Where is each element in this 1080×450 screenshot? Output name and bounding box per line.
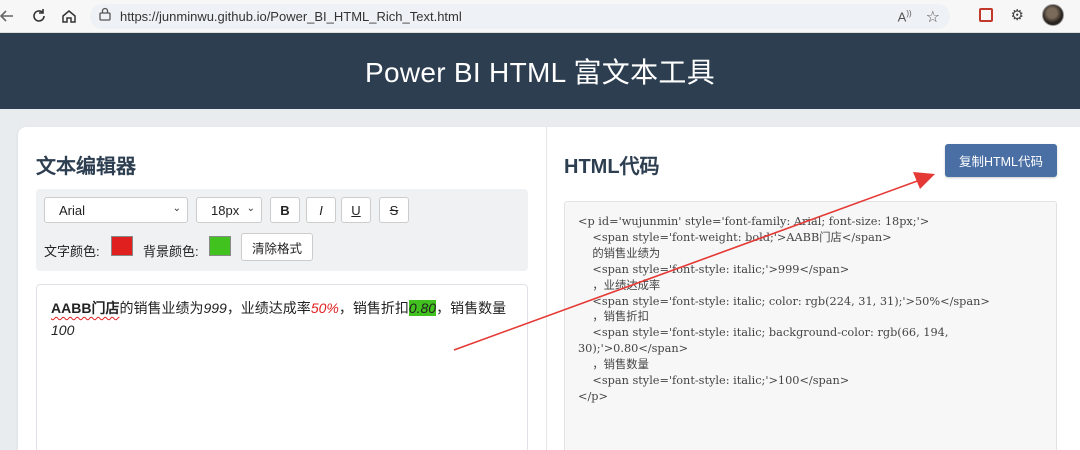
main-panel: 文本编辑器 Arial ⌄ 18px ⌄ B I U S 文字颜色: 背景颜色:… <box>18 127 1080 450</box>
bg-color-picker[interactable] <box>209 236 231 256</box>
browser-toolbar: https://junminwu.github.io/Power_BI_HTML… <box>0 0 1080 33</box>
code-title: HTML代码 <box>564 156 660 178</box>
underline-button[interactable]: U <box>341 197 371 223</box>
clear-format-button[interactable]: 清除格式 <box>241 233 313 261</box>
read-aloud-icon[interactable]: A)) <box>898 9 912 24</box>
extensions-puzzle-icon[interactable]: ⚙ <box>1011 6 1024 24</box>
back-icon[interactable] <box>0 3 20 29</box>
editor-text: 的销售业绩为 <box>119 300 204 316</box>
font-size-value: 18px <box>211 202 240 218</box>
copy-html-button[interactable]: 复制HTML代码 <box>945 144 1057 177</box>
page-title: Power BI HTML 富文本工具 <box>364 57 716 88</box>
address-bar[interactable]: https://junminwu.github.io/Power_BI_HTML… <box>90 4 950 29</box>
favorite-star-icon[interactable]: ☆ <box>926 7 940 27</box>
reload-icon[interactable] <box>26 3 52 29</box>
app-header: Power BI HTML 富文本工具 <box>0 33 1080 109</box>
extension-icon[interactable] <box>978 8 993 22</box>
home-icon[interactable] <box>56 3 82 29</box>
chevron-down-icon: ⌄ <box>172 203 181 214</box>
editor-value-highlight: 0.80 <box>408 300 437 316</box>
editor-value: 100 <box>51 322 75 338</box>
html-code-output[interactable]: <p id='wujunmin' style='font-family: Ari… <box>564 201 1057 450</box>
font-family-select[interactable]: Arial ⌄ <box>44 197 188 223</box>
editor-toolbar: Arial ⌄ 18px ⌄ B I U S 文字颜色: 背景颜色: 清除格式 <box>36 189 528 271</box>
editor-title: 文本编辑器 <box>36 156 136 178</box>
chevron-down-icon: ⌄ <box>246 203 255 214</box>
profile-avatar[interactable] <box>1042 4 1064 26</box>
panel-divider <box>546 127 547 450</box>
font-family-value: Arial <box>59 202 86 218</box>
url-text: https://junminwu.github.io/Power_BI_HTML… <box>120 9 462 24</box>
italic-button[interactable]: I <box>306 197 336 223</box>
font-size-select[interactable]: 18px ⌄ <box>196 197 262 223</box>
rich-text-editor[interactable]: AABB门店的销售业绩为999，业绩达成率50%，销售折扣0.80，销售数量 10… <box>36 284 528 450</box>
editor-text: ，销售折扣 <box>338 300 409 316</box>
text-color-picker[interactable] <box>111 236 133 256</box>
editor-value: 999 <box>203 300 227 316</box>
lock-icon <box>98 7 112 26</box>
editor-text: ，销售数量 <box>436 300 507 316</box>
editor-bold-text: AABB门店 <box>51 300 120 316</box>
bg-color-label: 背景颜色: <box>143 244 199 259</box>
editor-value-red: 50% <box>310 300 339 316</box>
text-color-label: 文字颜色: <box>44 244 100 259</box>
editor-text: ，业绩达成率 <box>226 300 311 316</box>
bold-button[interactable]: B <box>270 197 300 223</box>
strikethrough-button[interactable]: S <box>379 197 409 223</box>
